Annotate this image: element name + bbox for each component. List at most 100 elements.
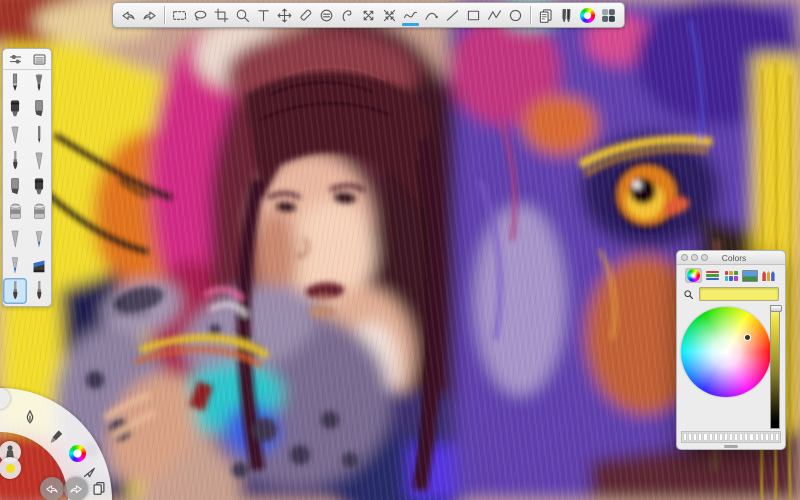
brush-settings-icon[interactable] [8,52,23,67]
crop-tool[interactable] [211,3,232,27]
swatch-cell[interactable] [775,433,779,441]
radial-pen-tool[interactable] [22,409,38,425]
transform-contract-tool[interactable] [379,3,400,27]
sliders-icon [706,270,719,281]
brush-preset-paint-can[interactable] [3,200,27,226]
curve-tool[interactable] [400,3,421,27]
swatch-cell[interactable] [755,433,759,441]
swatch-cell[interactable] [770,433,774,441]
undo-button[interactable] [118,3,139,27]
app-window: Colors [0,0,800,500]
brush-preset-pencil[interactable] [3,70,27,96]
swatch-cell[interactable] [688,433,692,441]
swatch-cell[interactable] [698,433,702,441]
swatch-cell[interactable] [729,433,733,441]
swatch-cell[interactable] [760,433,764,441]
brightness-knob[interactable] [770,305,782,312]
radial-undo-button[interactable] [40,477,64,500]
brush-preset-cone-blue[interactable] [27,226,51,252]
radial-pages-tool[interactable] [91,480,107,496]
brush-preset-marker-big[interactable] [3,96,27,122]
swatch-cell[interactable] [744,433,748,441]
mode-sliders[interactable] [704,268,721,283]
swatch-cell[interactable] [734,433,738,441]
toolbar-separator [530,6,531,24]
swatch-cell[interactable] [703,433,707,441]
brush-preset-liner[interactable] [27,122,51,148]
brush-preset-chisel[interactable] [3,174,27,200]
eraser-tool[interactable] [295,3,316,27]
mode-color-wheel[interactable] [685,268,702,283]
rectangle-tool[interactable] [463,3,484,27]
smudge-icon [339,7,356,24]
ellipse-tool[interactable] [505,3,526,27]
minimize-button[interactable] [691,254,698,261]
brush-preset-cone[interactable] [3,226,27,252]
brush-preset-small[interactable] [3,148,27,174]
swatch-cell[interactable] [683,433,687,441]
hsb-color-wheel[interactable] [681,307,771,397]
swatch-cell[interactable] [693,433,697,441]
pencils-icon [558,7,575,24]
line-icon [444,7,461,24]
brush-preset-airbrush[interactable] [27,70,51,96]
brush-preset-chisel[interactable] [27,96,51,122]
crayons-icon [762,270,774,281]
radial-brush-tool[interactable] [48,429,64,445]
swatch-cell[interactable] [765,433,769,441]
mode-palettes[interactable] [723,268,740,283]
radial-color-wheel[interactable] [69,445,86,462]
brush-preset-cone-blue[interactable] [3,252,27,278]
swatch-cell[interactable] [709,433,713,441]
brush-preset-wedge-blue[interactable] [27,252,51,278]
radial-redo-button[interactable] [64,477,88,500]
text-icon [255,7,272,24]
brushes-button[interactable] [556,3,577,27]
pen-icon [22,409,38,425]
color-selection-dot[interactable] [745,335,750,340]
swatch-cell[interactable] [739,433,743,441]
swatch-cell[interactable] [714,433,718,441]
lasso-tool[interactable] [190,3,211,27]
current-color-well[interactable] [699,287,779,301]
brush-preset-marker-big[interactable] [27,174,51,200]
workspace-grid-button[interactable] [598,3,619,27]
rect-select-tool[interactable] [169,3,190,27]
paintbrush-icon [48,429,64,445]
line-tool[interactable] [442,3,463,27]
brush-preset-paint-can[interactable] [27,200,51,226]
swatch-drawer-handle[interactable] [724,445,738,448]
brush-preset-cone[interactable] [27,148,51,174]
preset-list-icon[interactable] [32,52,47,67]
grid-squares-icon [600,7,617,24]
move-tool[interactable] [274,3,295,27]
undo-icon [44,481,60,497]
brightness-slider[interactable] [770,305,780,429]
swatch-cell[interactable] [749,433,753,441]
clipboard-button[interactable] [535,3,556,27]
radial-cursor-tool[interactable] [81,463,97,479]
mode-image[interactable] [741,268,758,283]
loupe-icon[interactable] [683,289,694,300]
smudge-tool[interactable] [337,3,358,27]
tone-circle-icon [318,7,335,24]
swatch-cell[interactable] [719,433,723,441]
zoom-tool[interactable] [232,3,253,27]
tone-tool[interactable] [316,3,337,27]
swatch-cell[interactable] [724,433,728,441]
mode-crayons[interactable] [760,268,777,283]
zoom-button[interactable] [701,254,708,261]
brush-preset-cone[interactable] [3,122,27,148]
transform-expand-tool[interactable] [358,3,379,27]
brush-preset-small-selected[interactable] [3,278,27,304]
polyline-tool[interactable] [484,3,505,27]
bezier-tool[interactable] [421,3,442,27]
redo-button[interactable] [139,3,160,27]
color-wheel-button[interactable] [577,3,598,27]
text-tool[interactable] [253,3,274,27]
close-button[interactable] [681,254,688,261]
swatch-row[interactable] [681,431,781,443]
active-color-button[interactable] [0,457,21,479]
brush-preset-small[interactable] [27,278,51,304]
colors-panel-titlebar[interactable]: Colors [677,251,785,265]
